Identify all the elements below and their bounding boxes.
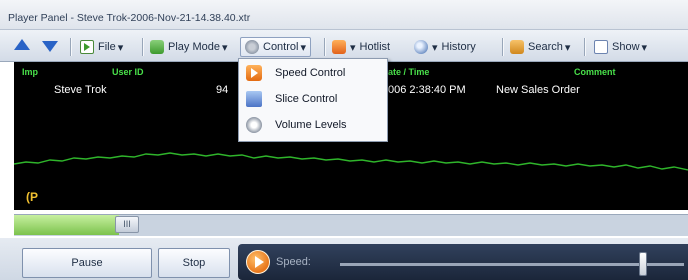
control-menu-label: Control [263, 41, 299, 53]
control-menu-button[interactable]: Control ▾ [240, 37, 311, 57]
timeline-grip-handle[interactable]: III [115, 216, 139, 233]
history-icon [414, 40, 428, 54]
navigate-down-icon[interactable] [42, 41, 58, 52]
speed-play-icon [246, 250, 270, 274]
hotlist-menu-button[interactable]: ▾ Hotlist [332, 37, 390, 57]
window-title-bar: Player Panel - Steve Trok-2006-Nov-21-14… [0, 0, 688, 30]
column-header-user-id[interactable]: User ID [112, 67, 144, 77]
play-mode-label: Play Mode [168, 41, 220, 53]
chevron-down-icon: ▾ [564, 41, 571, 54]
search-icon [510, 40, 524, 54]
menu-item-volume-levels[interactable]: Volume Levels [239, 113, 387, 137]
control-dropdown-menu: Speed Control Slice Control Volume Level… [238, 58, 388, 142]
chevron-down-icon: ▾ [221, 41, 228, 54]
speed-slider-thumb[interactable] [639, 252, 647, 276]
play-mode-menu-button[interactable]: Play Mode ▾ [150, 37, 228, 57]
history-menu-button[interactable]: ▾ History [414, 37, 476, 57]
speed-slider-track[interactable] [340, 263, 684, 266]
toolbar-separator [502, 38, 503, 56]
search-label: Search [528, 41, 563, 53]
show-label: Show [612, 41, 640, 53]
file-menu-label: File [98, 41, 116, 53]
chevron-down-icon: ▾ [432, 41, 438, 54]
chevron-down-icon: ▾ [350, 41, 356, 54]
file-menu-button[interactable]: File ▾ [80, 37, 123, 57]
speed-label: Speed: [276, 256, 311, 268]
activity-waveform [14, 152, 688, 171]
toolbar-separator [70, 38, 71, 56]
row-id-fragment[interactable]: 94 [216, 84, 228, 96]
hotlist-label: Hotlist [359, 41, 391, 53]
file-icon [80, 40, 94, 54]
show-icon [594, 40, 608, 54]
playback-progress-fill [14, 215, 119, 235]
speed-control-icon [246, 65, 262, 81]
slice-control-icon [246, 91, 262, 107]
menu-item-slice-control[interactable]: Slice Control [239, 87, 387, 111]
chevron-down-icon: ▾ [641, 41, 648, 54]
menu-item-speed-control[interactable]: Speed Control [239, 61, 387, 85]
column-header-comment[interactable]: Comment [574, 67, 616, 77]
search-menu-button[interactable]: Search ▾ [510, 37, 570, 57]
activity-waveform-line [14, 152, 688, 171]
show-menu-button[interactable]: Show ▾ [594, 37, 647, 57]
playback-marker-icon[interactable]: (P [26, 190, 38, 204]
menu-item-label: Speed Control [275, 67, 346, 79]
window-title: Player Panel - Steve Trok-2006-Nov-21-14… [8, 12, 251, 24]
navigate-up-icon[interactable] [14, 39, 30, 50]
menu-item-label: Slice Control [275, 93, 338, 105]
toolbar-separator [324, 38, 325, 56]
chevron-down-icon: ▾ [117, 41, 124, 54]
hotlist-icon [332, 40, 346, 54]
menu-item-label: Volume Levels [275, 119, 347, 131]
toolbar-separator [584, 38, 585, 56]
row-user-id[interactable]: Steve Trok [54, 84, 107, 96]
play-mode-icon [150, 40, 164, 54]
stop-button[interactable]: Stop [158, 248, 230, 278]
row-date-time[interactable]: 006 2:38:40 PM [388, 84, 466, 96]
control-icon [245, 40, 259, 54]
volume-levels-icon [246, 117, 262, 133]
chevron-down-icon: ▾ [300, 41, 306, 54]
column-header-date-time[interactable]: ate / Time [388, 67, 429, 77]
pause-button[interactable]: Pause [22, 248, 152, 278]
row-comment[interactable]: New Sales Order [496, 84, 580, 96]
toolbar-separator [142, 38, 143, 56]
column-header-imp[interactable]: Imp [22, 67, 38, 77]
history-label: History [441, 41, 476, 53]
